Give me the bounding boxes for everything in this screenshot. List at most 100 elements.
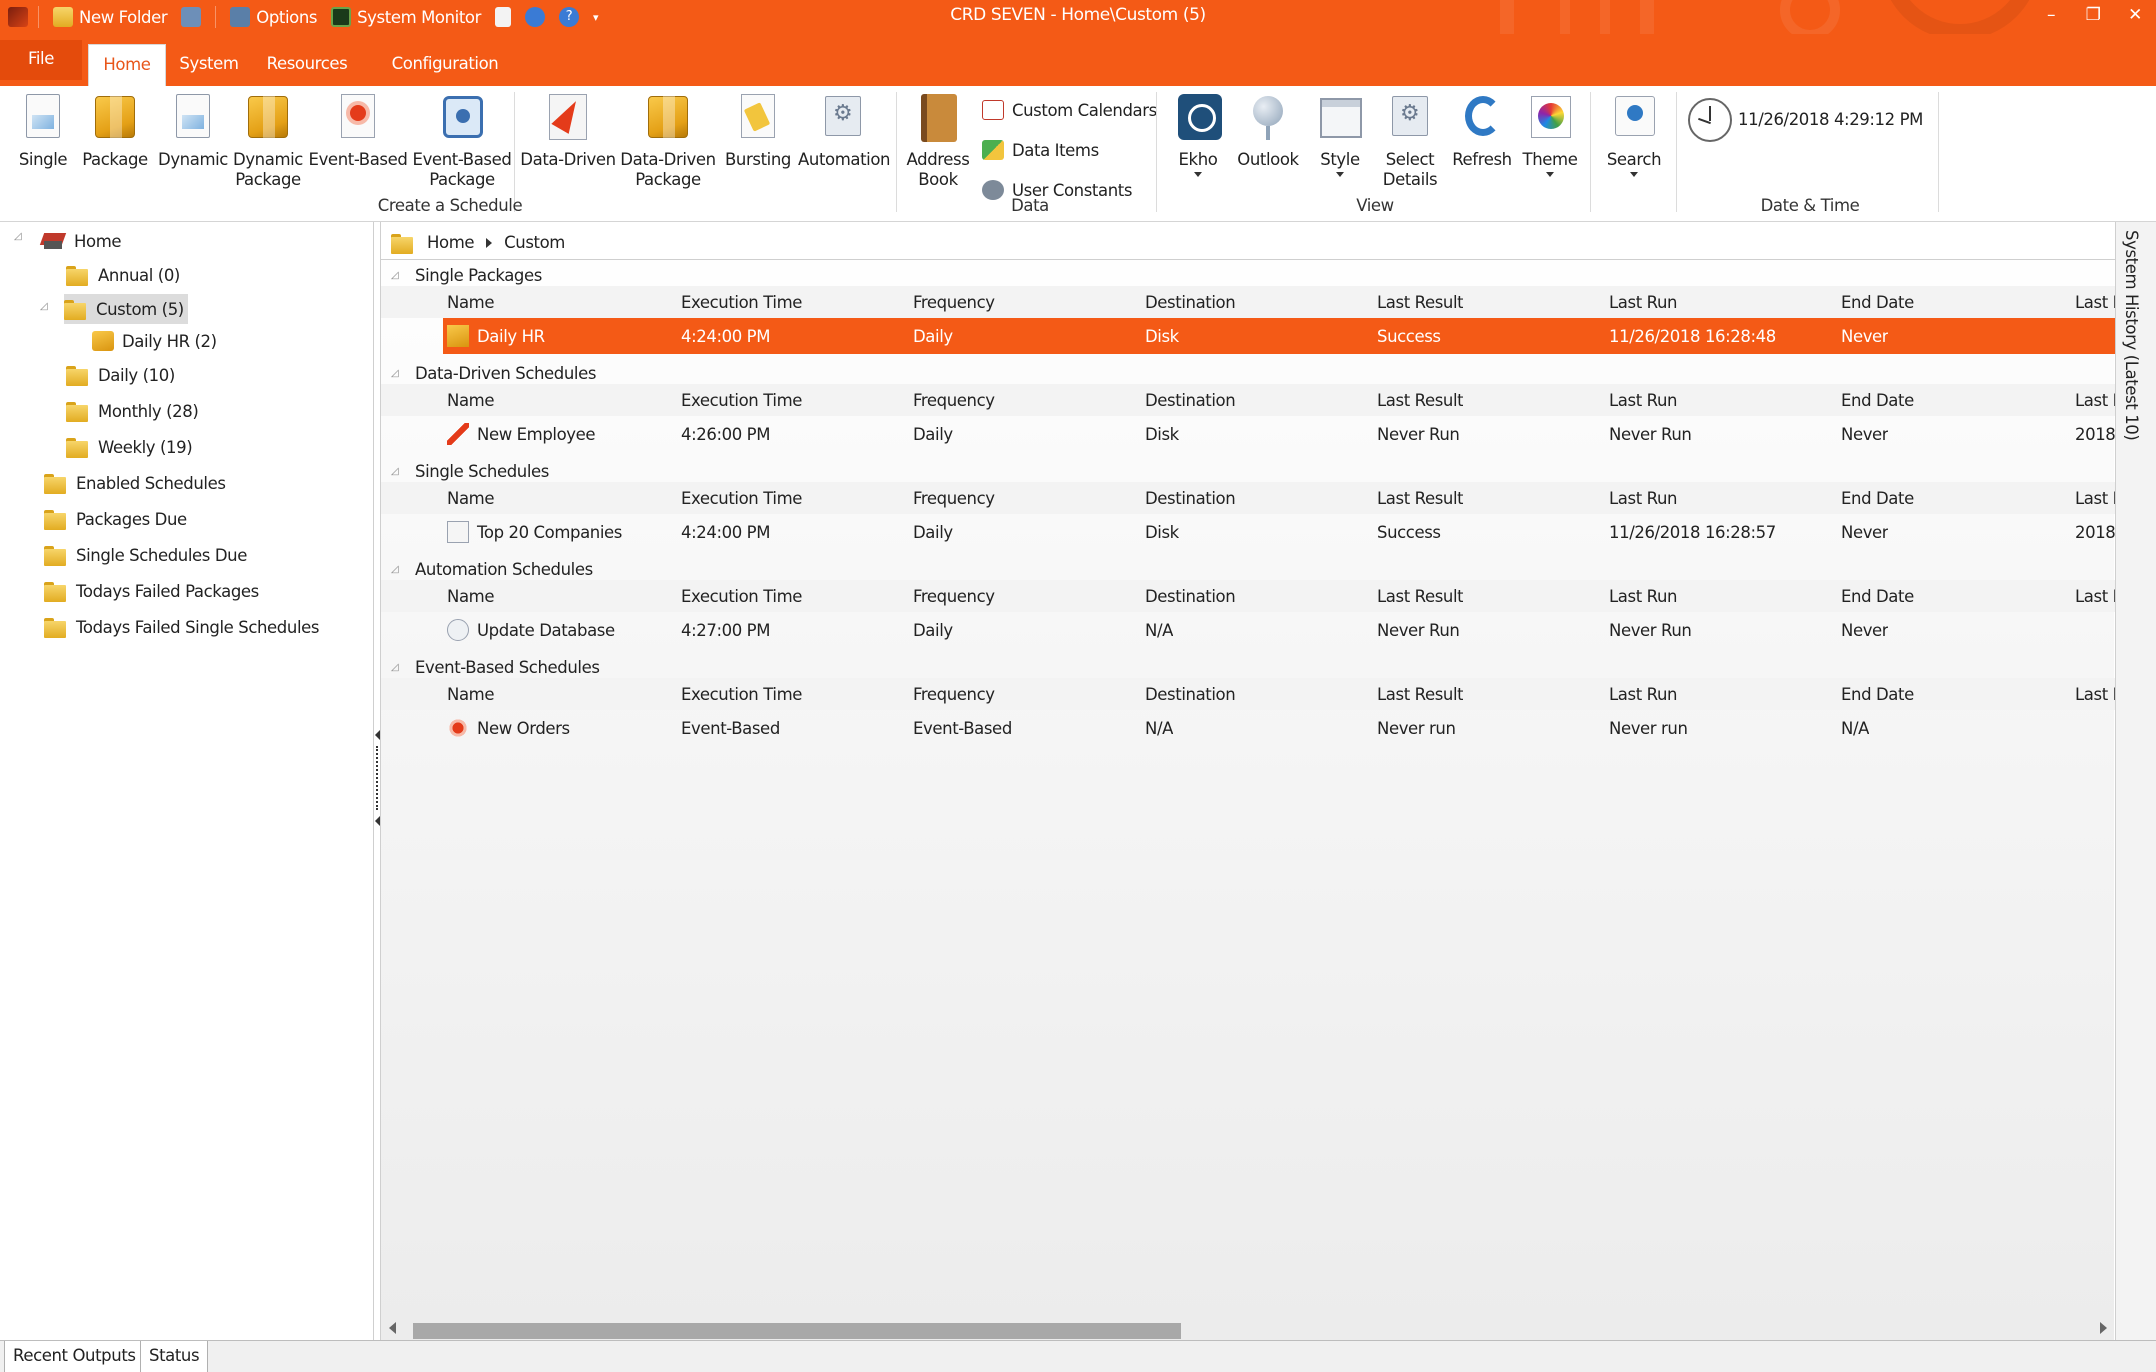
column-header[interactable]: Name bbox=[447, 482, 494, 514]
scrollbar-thumb[interactable] bbox=[413, 1323, 1181, 1339]
bursting-button[interactable]: Bursting bbox=[718, 94, 798, 170]
close-button[interactable]: ✕ bbox=[2114, 0, 2156, 30]
help-button[interactable]: ? bbox=[555, 0, 583, 34]
collapse-icon[interactable]: ◿ bbox=[391, 662, 401, 673]
tab-home[interactable]: Home bbox=[88, 44, 166, 86]
splitter-handle[interactable] bbox=[375, 730, 380, 830]
column-header[interactable]: Last Run bbox=[1609, 286, 1677, 318]
automation-button[interactable]: Automation bbox=[798, 94, 891, 170]
column-header[interactable]: Last Result bbox=[1377, 384, 1463, 416]
column-header[interactable]: Destination bbox=[1145, 286, 1235, 318]
tree-node-enabled-schedules[interactable]: Enabled Schedules bbox=[44, 468, 226, 498]
column-header[interactable]: Destination bbox=[1145, 482, 1235, 514]
column-header[interactable]: Last I bbox=[2075, 678, 2115, 710]
address-book-button[interactable]: Address Book bbox=[900, 94, 976, 190]
column-header[interactable]: Execution Time bbox=[681, 286, 802, 318]
select-details-button[interactable]: Select Details bbox=[1372, 94, 1448, 190]
group-header[interactable]: ◿ Event-Based Schedules bbox=[391, 654, 600, 680]
tree-node-daily[interactable]: Daily (10) bbox=[66, 360, 175, 390]
column-header[interactable]: Name bbox=[447, 678, 494, 710]
group-header[interactable]: ◿ Single Schedules bbox=[391, 458, 549, 484]
column-header[interactable]: Execution Time bbox=[681, 384, 802, 416]
column-header[interactable]: Last Run bbox=[1609, 580, 1677, 612]
breadcrumb-item-home[interactable]: Home bbox=[427, 233, 475, 252]
table-row[interactable]: New Employee 4:26:00 PM Daily Disk Never Run… bbox=[381, 416, 2115, 452]
column-header[interactable]: Execution Time bbox=[681, 482, 802, 514]
event-based-button[interactable]: Event-Based bbox=[308, 94, 408, 170]
tab-system[interactable]: System bbox=[172, 44, 246, 86]
column-header[interactable]: Destination bbox=[1145, 384, 1235, 416]
dynamic-package-button[interactable]: Dynamic Package bbox=[228, 94, 308, 190]
tab-status[interactable]: Status bbox=[140, 1341, 209, 1372]
custom-calendars-button[interactable]: Custom Calendars bbox=[982, 100, 1157, 120]
tree-node-monthly[interactable]: Monthly (28) bbox=[66, 396, 199, 426]
tree-node-single-schedules-due[interactable]: Single Schedules Due bbox=[44, 540, 247, 570]
package-button[interactable]: Package bbox=[76, 94, 154, 170]
options-button[interactable]: Options bbox=[226, 0, 321, 34]
column-header[interactable]: Frequency bbox=[913, 678, 995, 710]
theme-button[interactable]: Theme bbox=[1512, 94, 1588, 177]
collapse-icon[interactable]: ◿ bbox=[391, 368, 401, 379]
table-row[interactable]: New Orders Event-Based Event-Based N/A Never… bbox=[381, 710, 2115, 746]
refresh-button[interactable]: Refresh bbox=[1442, 94, 1522, 170]
horizontal-scrollbar[interactable] bbox=[381, 1316, 2115, 1340]
column-header[interactable]: Name bbox=[447, 286, 494, 318]
column-header[interactable]: Destination bbox=[1145, 678, 1235, 710]
column-header[interactable]: Destination bbox=[1145, 580, 1235, 612]
system-history-tab[interactable]: System History (Latest 10) bbox=[2122, 230, 2141, 440]
column-header[interactable]: Last Result bbox=[1377, 482, 1463, 514]
quick-tool-button[interactable] bbox=[177, 0, 205, 34]
column-header[interactable]: Last Result bbox=[1377, 678, 1463, 710]
user-constants-button[interactable]: User Constants bbox=[982, 180, 1132, 200]
customize-qat-button[interactable]: ▾ bbox=[589, 0, 602, 34]
column-header[interactable]: End Date bbox=[1841, 482, 1914, 514]
style-button[interactable]: Style bbox=[1302, 94, 1378, 177]
collapse-icon[interactable]: ◿ bbox=[40, 302, 50, 312]
column-header[interactable]: End Date bbox=[1841, 580, 1914, 612]
column-header[interactable]: Last Result bbox=[1377, 286, 1463, 318]
column-header[interactable]: Execution Time bbox=[681, 678, 802, 710]
column-header[interactable]: Frequency bbox=[913, 384, 995, 416]
collapse-icon[interactable]: ◿ bbox=[391, 564, 401, 575]
data-driven-package-button[interactable]: Data-Driven Package bbox=[618, 94, 718, 190]
event-based-package-button[interactable]: Event-Based Package bbox=[412, 94, 512, 190]
restore-button[interactable]: ❐ bbox=[2072, 0, 2114, 30]
column-header[interactable]: Name bbox=[447, 384, 494, 416]
tree-node-custom[interactable]: Custom (5) bbox=[64, 294, 188, 324]
info-button[interactable] bbox=[521, 0, 549, 34]
minimize-button[interactable]: – bbox=[2030, 0, 2072, 30]
table-row[interactable]: Top 20 Companies 4:24:00 PM Daily Disk Succe… bbox=[381, 514, 2115, 550]
column-header[interactable]: End Date bbox=[1841, 286, 1914, 318]
single-button[interactable]: Single bbox=[4, 94, 82, 170]
column-header[interactable]: Last Result bbox=[1377, 580, 1463, 612]
outlook-button[interactable]: Outlook bbox=[1230, 94, 1306, 170]
tree-node-todays-failed-packages[interactable]: Todays Failed Packages bbox=[44, 576, 259, 606]
group-header[interactable]: ◿ Automation Schedules bbox=[391, 556, 593, 582]
system-monitor-button[interactable]: System Monitor bbox=[327, 0, 485, 34]
collapse-icon[interactable]: ◿ bbox=[14, 232, 24, 242]
column-header[interactable]: Last Run bbox=[1609, 384, 1677, 416]
table-row[interactable]: Update Database 4:27:00 PM Daily N/A Never R… bbox=[381, 612, 2115, 648]
column-header[interactable]: Last I bbox=[2075, 482, 2115, 514]
system-history-panel[interactable]: System History (Latest 10) bbox=[2115, 222, 2156, 1340]
tree-node-weekly[interactable]: Weekly (19) bbox=[66, 432, 193, 462]
collapse-icon[interactable]: ◿ bbox=[391, 270, 401, 281]
search-button[interactable]: Search bbox=[1596, 94, 1672, 177]
tree-node-home[interactable]: Home bbox=[40, 226, 122, 256]
column-header[interactable]: End Date bbox=[1841, 384, 1914, 416]
document-button[interactable] bbox=[491, 0, 515, 34]
column-header[interactable]: End Date bbox=[1841, 678, 1914, 710]
tree-node-todays-failed-single-schedules[interactable]: Todays Failed Single Schedules bbox=[44, 612, 319, 642]
table-row[interactable]: Daily HR 4:24:00 PM Daily Disk Success 11/26/… bbox=[443, 318, 2115, 354]
tree-node-packages-due[interactable]: Packages Due bbox=[44, 504, 187, 534]
ekho-button[interactable]: Ekho bbox=[1160, 94, 1236, 177]
dynamic-button[interactable]: Dynamic bbox=[152, 94, 234, 170]
group-header[interactable]: ◿ Single Packages bbox=[391, 262, 542, 288]
collapse-icon[interactable]: ◿ bbox=[391, 466, 401, 477]
new-folder-button[interactable]: New Folder bbox=[49, 0, 171, 34]
column-header[interactable]: Frequency bbox=[913, 580, 995, 612]
column-header[interactable]: Last I bbox=[2075, 286, 2115, 318]
data-driven-button[interactable]: Data-Driven bbox=[518, 94, 618, 170]
column-header[interactable]: Execution Time bbox=[681, 580, 802, 612]
tab-recent-outputs[interactable]: Recent Outputs bbox=[4, 1341, 145, 1372]
